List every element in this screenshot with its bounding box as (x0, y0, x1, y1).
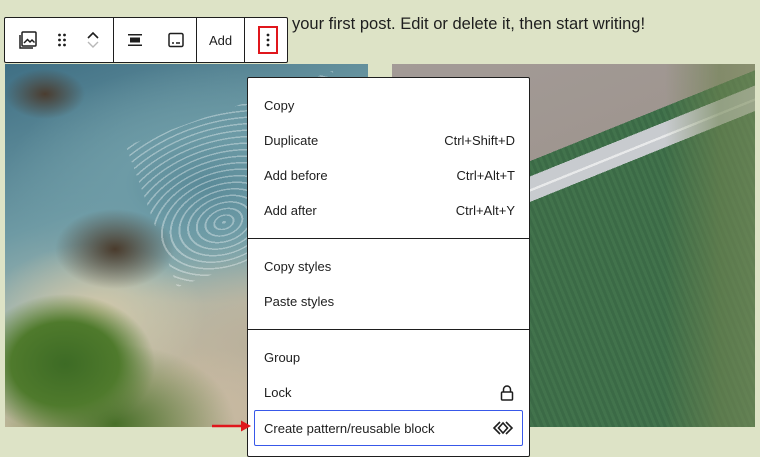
menu-section-styles: Copy styles Paste styles (248, 239, 529, 330)
field-edge-texture (665, 64, 755, 427)
menu-item-copy[interactable]: Copy (248, 88, 529, 123)
menu-item-lock[interactable]: Lock (248, 375, 529, 410)
more-vertical-icon (266, 33, 270, 47)
menu-item-label: Create pattern/reusable block (264, 420, 435, 436)
menu-item-label: Lock (264, 385, 292, 400)
menu-item-label: Copy (264, 98, 295, 113)
gallery-icon (19, 31, 37, 49)
pointer-arrow-icon (212, 420, 251, 432)
toolbar-group-format (114, 18, 197, 62)
menu-section-edit: Copy Duplicate Ctrl+Shift+D Add before C… (248, 78, 529, 239)
menu-item-shortcut: Ctrl+Shift+D (444, 133, 515, 148)
menu-item-duplicate[interactable]: Duplicate Ctrl+Shift+D (248, 123, 529, 158)
options-button[interactable] (258, 26, 279, 54)
toolbar-group-add: Add (197, 18, 246, 62)
menu-item-copy-styles[interactable]: Copy styles (248, 249, 529, 284)
block-type-button[interactable] (5, 18, 51, 62)
menu-item-shortcut: Ctrl+Alt+T (456, 168, 515, 183)
lock-icon (500, 384, 514, 401)
toolbar-group-more (245, 18, 291, 62)
chevron-up-icon[interactable] (86, 30, 100, 40)
align-button[interactable] (114, 18, 156, 62)
menu-item-label: Paste styles (264, 294, 335, 309)
menu-item-shortcut: Ctrl+Alt+Y (455, 203, 515, 218)
menu-item-create-pattern[interactable]: Create pattern/reusable block (254, 410, 523, 446)
menu-item-add-after[interactable]: Add after Ctrl+Alt+Y (248, 193, 529, 228)
align-center-icon (128, 34, 142, 46)
menu-item-paste-styles[interactable]: Paste styles (248, 284, 529, 319)
menu-item-label: Add before (264, 168, 328, 183)
block-options-menu: Copy Duplicate Ctrl+Shift+D Add before C… (247, 77, 530, 457)
menu-item-label: Duplicate (264, 133, 319, 148)
menu-item-label: Group (264, 350, 301, 365)
drag-handle[interactable] (51, 18, 73, 62)
toolbar-group-block (5, 18, 114, 62)
caption-icon (168, 32, 184, 48)
drag-handle-icon (58, 33, 66, 47)
post-paragraph[interactable]: your first post. Edit or delete it, then… (292, 15, 645, 34)
symbol-icon (492, 421, 514, 435)
menu-item-add-before[interactable]: Add before Ctrl+Alt+T (248, 158, 529, 193)
menu-item-group[interactable]: Group (248, 340, 529, 375)
block-toolbar: Add (4, 17, 288, 63)
menu-section-block: Group Lock Create pattern/reusable block (248, 330, 529, 456)
menu-item-label: Copy styles (264, 259, 332, 274)
menu-item-label: Add after (264, 203, 317, 218)
caption-button[interactable] (156, 18, 196, 62)
move-buttons (73, 18, 113, 62)
chevron-down-icon[interactable] (86, 40, 100, 50)
add-button[interactable]: Add (197, 18, 244, 62)
